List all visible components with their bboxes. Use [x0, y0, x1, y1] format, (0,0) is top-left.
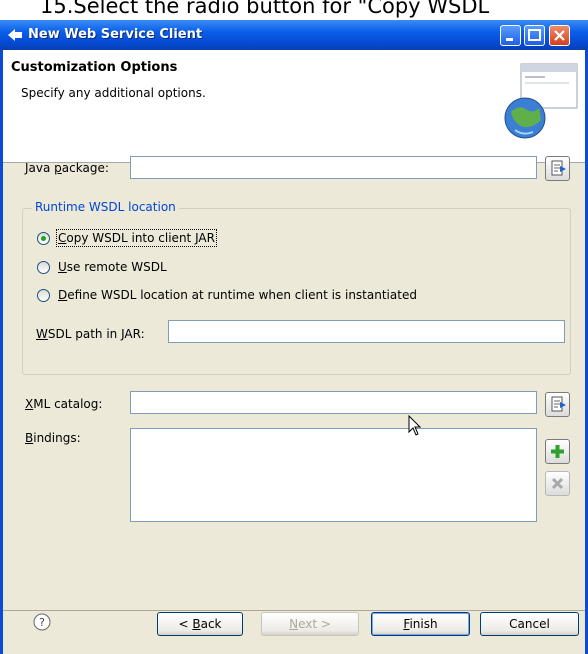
- dialog-window: New Web Service Client Customization Opt…: [0, 20, 588, 654]
- globe-window-icon: [504, 63, 578, 139]
- radio-copy-wsdl[interactable]: [37, 232, 50, 245]
- xml-catalog-browse-button[interactable]: [545, 392, 570, 417]
- remove-binding-button[interactable]: [545, 471, 570, 496]
- plus-icon: [551, 445, 564, 458]
- title-bar[interactable]: New Web Service Client: [0, 20, 588, 50]
- cancel-button[interactable]: Cancel: [480, 612, 579, 636]
- help-icon[interactable]: ?: [33, 613, 51, 631]
- java-package-browse-button[interactable]: [545, 156, 570, 181]
- bindings-list[interactable]: [130, 428, 537, 522]
- eclipse-icon: [8, 29, 22, 41]
- finish-button[interactable]: Finish: [371, 612, 470, 636]
- remove-icon: [551, 477, 564, 490]
- java-package-input[interactable]: [130, 156, 537, 179]
- radio-use-remote-wsdl[interactable]: [37, 261, 50, 274]
- runtime-wsdl-group-title: Runtime WSDL location: [32, 200, 179, 214]
- minimize-icon: [506, 38, 513, 41]
- browse-icon: [551, 160, 566, 176]
- wizard-header: Customization Options Specify any additi…: [3, 50, 585, 163]
- wsdl-path-input[interactable]: [168, 320, 565, 343]
- instruction-caption: 15.Select the radio button for "Copy WSD…: [40, 0, 490, 18]
- close-button[interactable]: [549, 25, 570, 46]
- java-package-label: Java package:: [25, 161, 109, 175]
- page-description: Specify any additional options.: [21, 86, 206, 100]
- page-title: Customization Options: [11, 60, 178, 75]
- wsdl-path-label: WSDL path in JAR:: [36, 327, 145, 341]
- maximize-button[interactable]: [524, 25, 545, 46]
- xml-catalog-input[interactable]: [130, 391, 537, 414]
- radio-use-remote-wsdl-label[interactable]: Use remote WSDL: [58, 260, 167, 274]
- radio-define-wsdl-location[interactable]: [37, 289, 50, 302]
- svg-text:?: ?: [39, 616, 45, 629]
- maximize-icon: [528, 29, 541, 41]
- radio-define-wsdl-location-label[interactable]: Define WSDL location at runtime when cli…: [58, 288, 417, 302]
- window-title: New Web Service Client: [28, 27, 203, 42]
- close-icon: [554, 30, 565, 41]
- xml-catalog-label: XML catalog:: [25, 397, 103, 411]
- browse-icon: [551, 396, 566, 412]
- bindings-label: Bindings:: [25, 431, 81, 445]
- mouse-cursor-icon: [408, 415, 422, 436]
- minimize-button[interactable]: [500, 25, 521, 46]
- button-bar-separator: [3, 610, 585, 611]
- add-binding-button[interactable]: [545, 439, 570, 464]
- back-button[interactable]: < Back: [157, 612, 243, 636]
- radio-copy-wsdl-label[interactable]: Copy WSDL into client JAR: [56, 229, 217, 247]
- next-button[interactable]: Next >: [261, 612, 359, 636]
